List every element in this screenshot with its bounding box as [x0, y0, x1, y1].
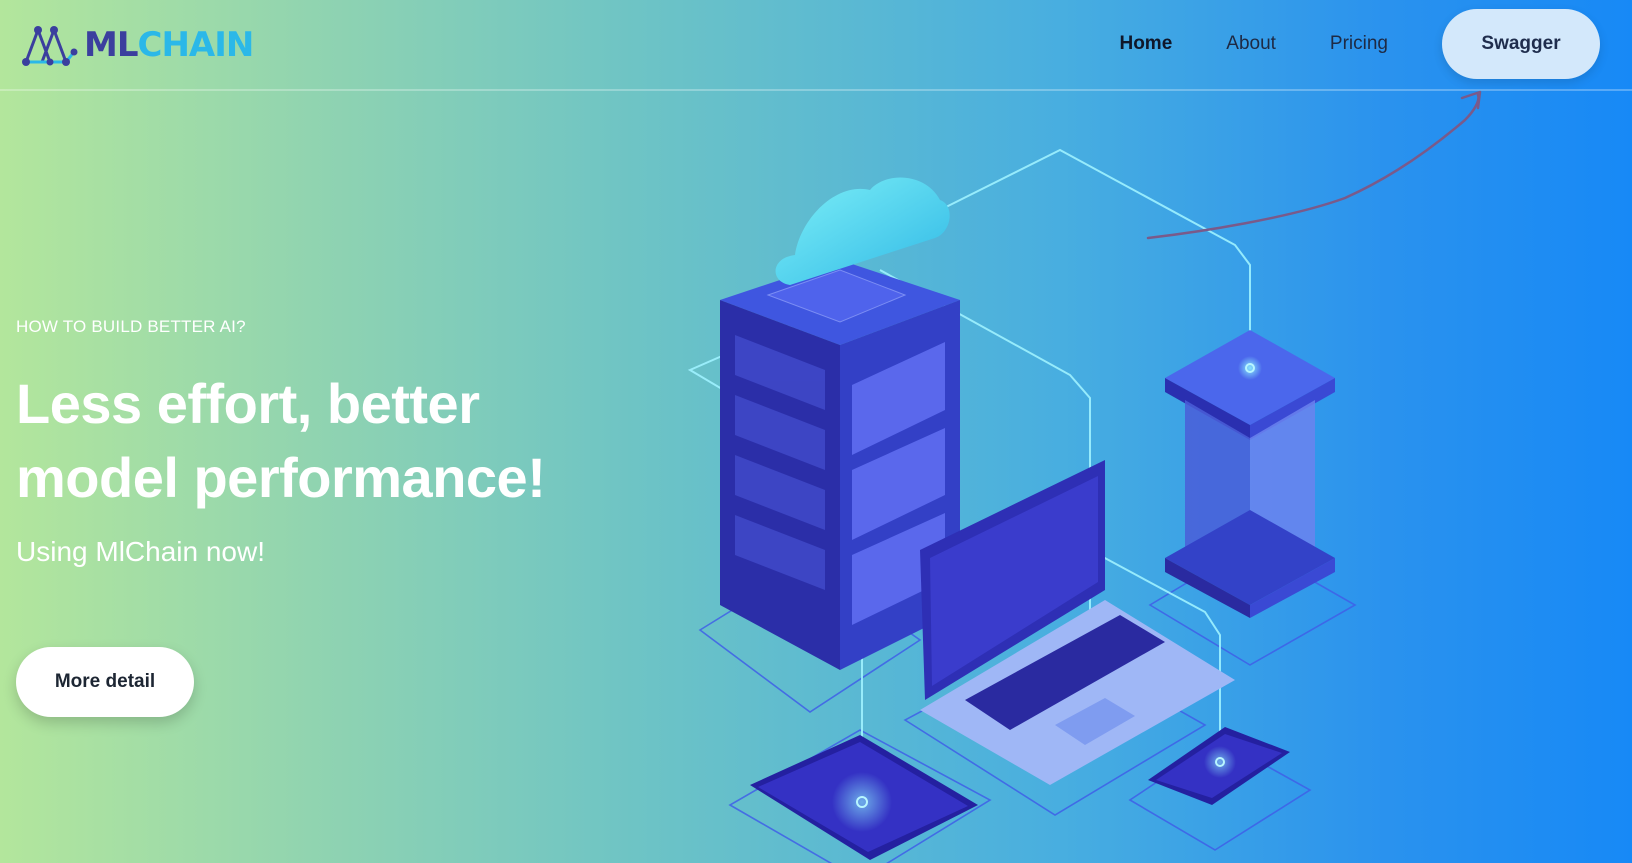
more-detail-button[interactable]: More detail [16, 647, 194, 717]
logo-chain-text: CHAIN [137, 25, 255, 65]
gpu-tower-icon [1165, 330, 1335, 618]
site-header: MLCHAIN Home About Pricing Swagger [0, 0, 1632, 88]
logo-wordmark: MLCHAIN [84, 25, 255, 65]
mlchain-logo[interactable]: MLCHAIN [20, 22, 255, 68]
phone-icon [1148, 727, 1290, 805]
main-nav: Home About Pricing Swagger [1119, 0, 1632, 88]
nav-home-link[interactable]: Home [1119, 33, 1172, 55]
hero-headline-line1: Less effort, better [16, 372, 480, 435]
logo-ml-text: ML [84, 25, 138, 65]
network-triangle-logo-icon [22, 26, 78, 66]
swagger-button[interactable]: Swagger [1442, 9, 1600, 79]
nav-pricing-link[interactable]: Pricing [1330, 33, 1388, 55]
hero-headline: Less effort, better model performance! [16, 367, 636, 515]
hero-subline: Using MlChain now! [16, 536, 265, 567]
hero-illustration [687, 148, 1357, 863]
nav-about-link[interactable]: About [1226, 33, 1276, 55]
hero-headline-line2: model performance! [16, 446, 546, 509]
hero-eyebrow: HOW TO BUILD BETTER AI? [16, 317, 246, 336]
tablet-icon [750, 735, 978, 860]
